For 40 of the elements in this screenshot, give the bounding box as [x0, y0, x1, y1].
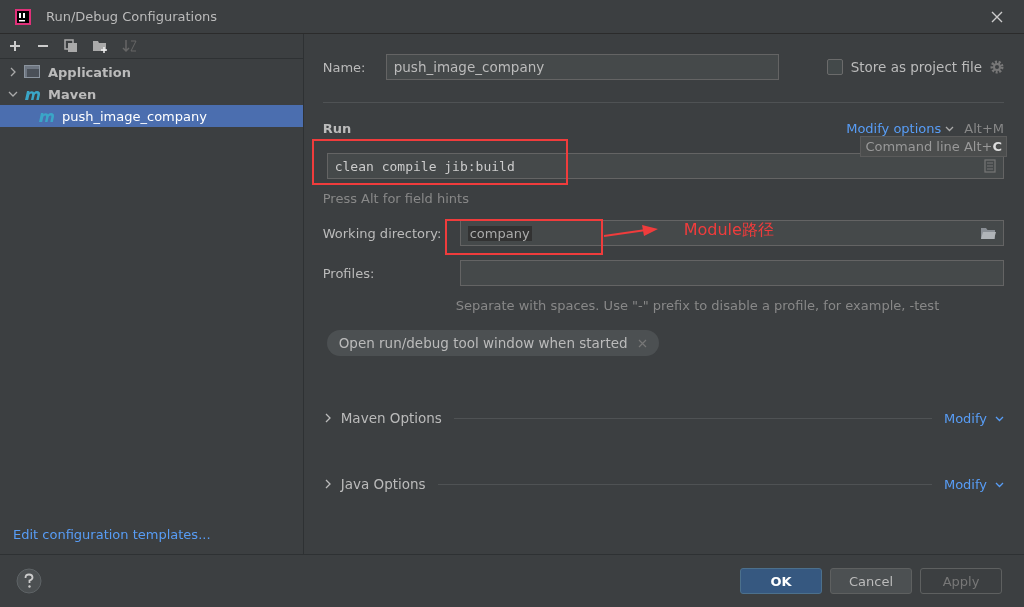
hint-text: Press Alt for field hints	[322, 191, 470, 206]
window-title: Run/Debug Configurations	[46, 9, 218, 24]
section-title: Maven Options	[340, 410, 442, 426]
copy-icon[interactable]	[64, 39, 78, 53]
checkbox-label: Store as project file	[850, 59, 982, 75]
modify-options-link[interactable]: Modify options	[846, 120, 942, 136]
add-icon[interactable]	[8, 39, 22, 53]
dialog-button[interactable]: Cancel	[830, 568, 912, 594]
command-line-field[interactable]: clean compile jib:build	[326, 153, 1004, 179]
help-icon[interactable]	[16, 568, 42, 594]
dialog-button[interactable]: OK	[740, 568, 822, 594]
field-label: Profiles:	[322, 265, 376, 281]
hint-text: Separate with spaces. Use "-" prefix to disable a profile, for example, -test	[455, 298, 941, 313]
folder-add-icon[interactable]	[92, 39, 108, 53]
field-label: Working directory:	[322, 225, 443, 241]
app-logo-icon	[15, 8, 31, 25]
tree-item[interactable]: Maven	[0, 83, 303, 105]
gear-icon[interactable]	[990, 60, 1004, 74]
name-field[interactable]: push_image_company	[385, 54, 779, 80]
annotation-text: Module路径	[683, 220, 774, 241]
tooltip: Command line Alt+C	[860, 136, 1007, 157]
section-title: Run	[322, 120, 352, 136]
option-chip[interactable]: Open run/debug tool window when started	[326, 330, 659, 356]
edit-templates-link[interactable]: Edit configuration templates...	[0, 527, 303, 554]
tree-item[interactable]: push_image_company	[0, 105, 303, 127]
window-icon	[24, 65, 42, 79]
maven-m-icon	[24, 88, 42, 100]
checkbox[interactable]	[826, 59, 843, 75]
modify-link[interactable]: Modify	[943, 476, 987, 492]
profiles-field[interactable]	[459, 260, 1004, 286]
field-label: Name:	[322, 59, 367, 75]
folder-icon[interactable]	[980, 226, 996, 240]
chevron-right-icon[interactable]	[8, 67, 18, 77]
tree-item[interactable]: Application	[0, 61, 303, 83]
modify-link[interactable]: Modify	[943, 410, 987, 426]
chevron-down-icon[interactable]	[8, 89, 18, 99]
shortcut-text: Alt+M	[964, 120, 1004, 136]
maven-m-icon	[38, 110, 56, 122]
section-title: Java Options	[340, 476, 426, 492]
close-icon[interactable]	[990, 9, 1004, 24]
